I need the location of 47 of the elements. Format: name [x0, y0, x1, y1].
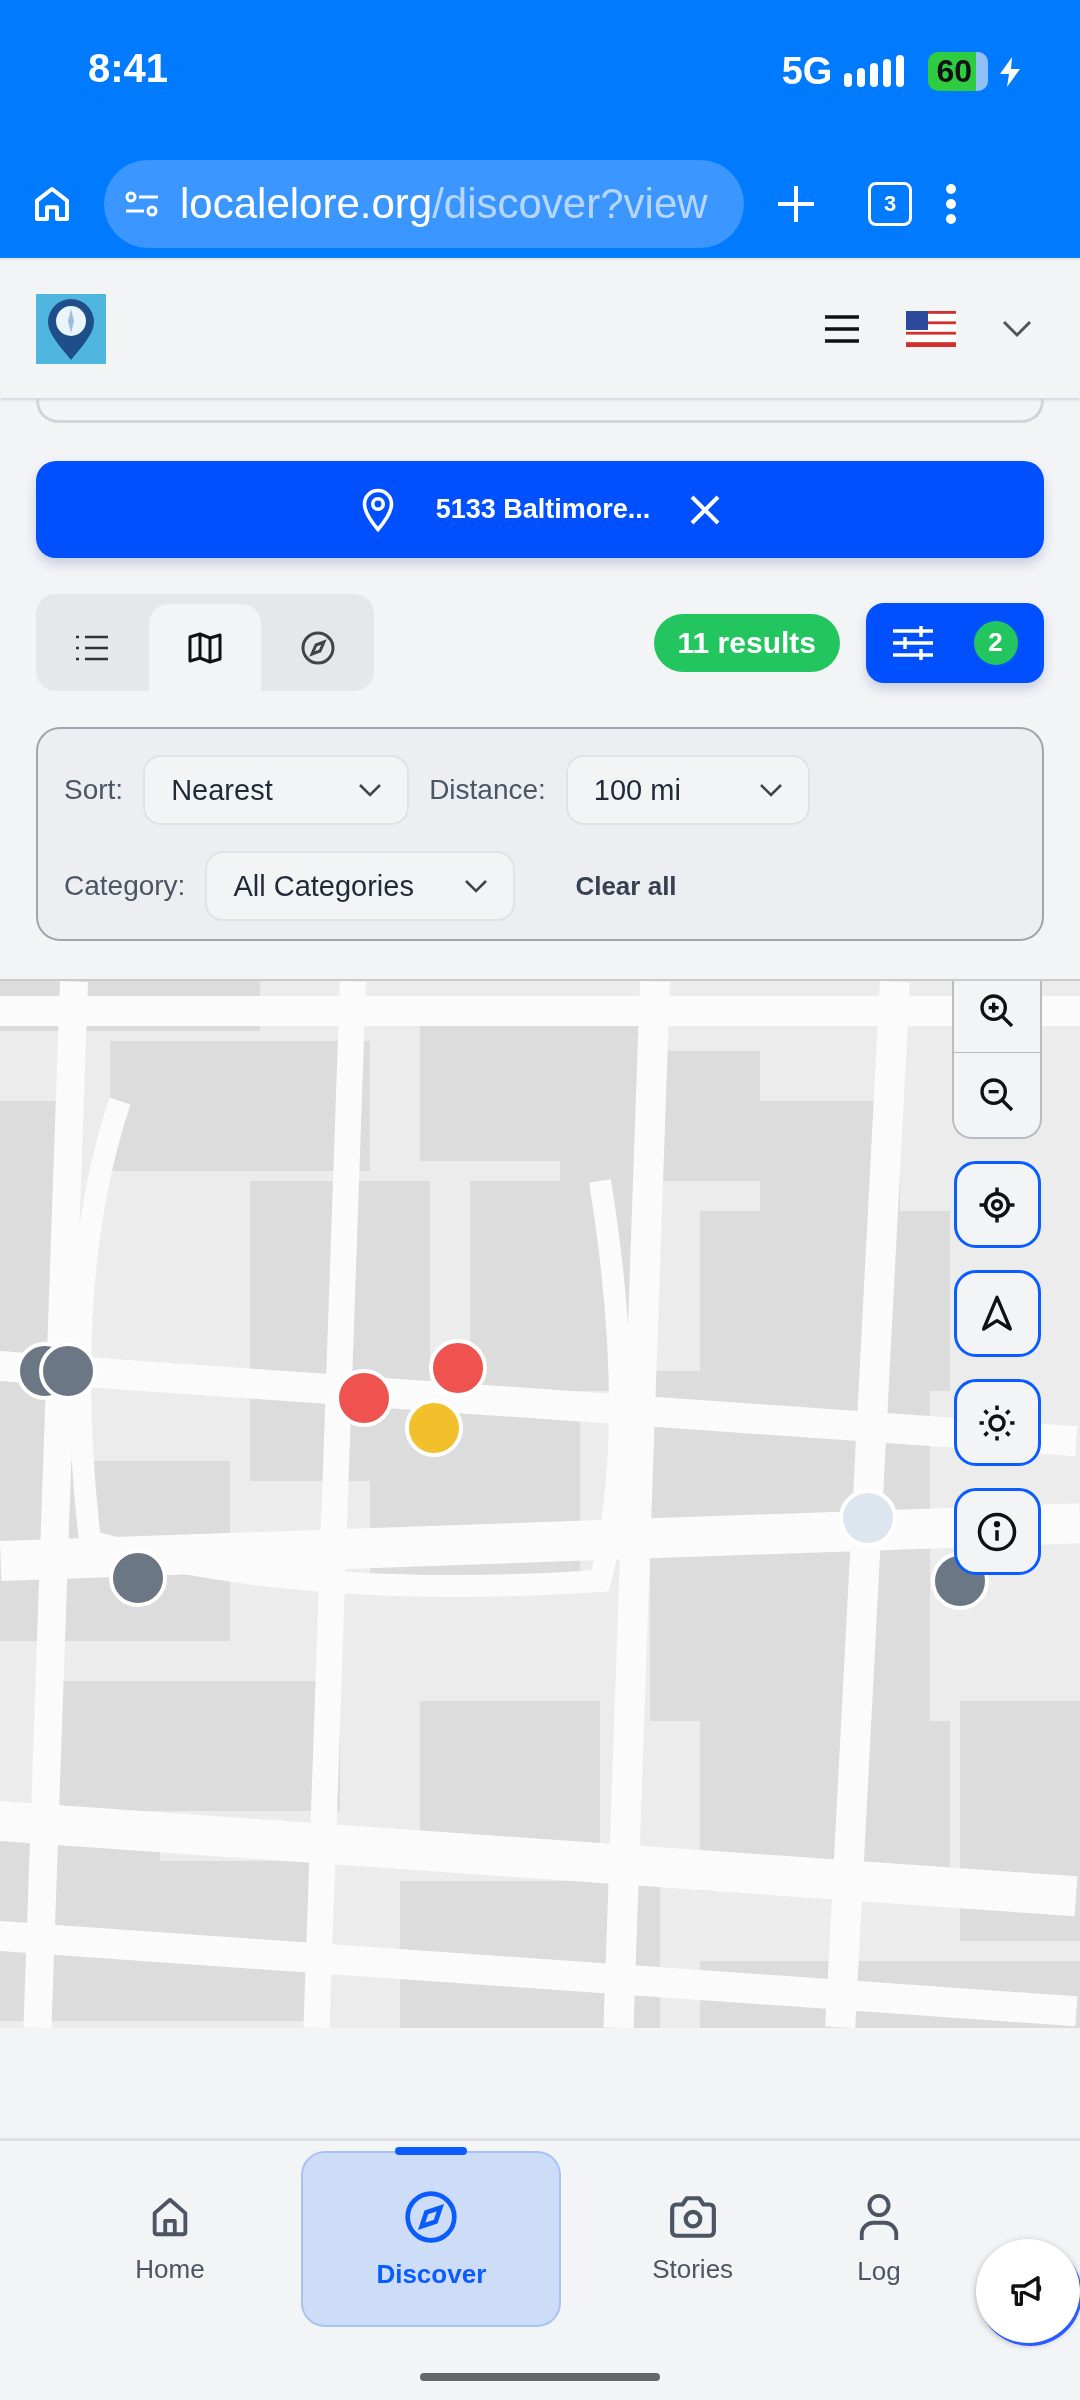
distance-select[interactable]: 100 mi: [565, 755, 810, 825]
url-text: localelore.org/discover?view: [180, 180, 708, 228]
network-type: 5G: [781, 50, 833, 93]
nav-tab[interactable]: Log: [824, 2151, 934, 2327]
zoom-out-button[interactable]: [952, 1053, 1042, 1139]
zoom-in-button[interactable]: [952, 981, 1042, 1053]
site-settings-icon[interactable]: [124, 189, 160, 219]
new-tab-icon[interactable]: [776, 184, 816, 224]
logo-icon[interactable]: [36, 294, 106, 364]
tab-count-button[interactable]: 3: [868, 182, 912, 226]
status-time: 8:41: [88, 46, 169, 91]
camera-icon: [667, 2193, 718, 2240]
chevron-down-icon[interactable]: [1002, 320, 1032, 338]
sliders-icon: [892, 625, 933, 660]
home-icon[interactable]: [32, 184, 72, 224]
location-bar[interactable]: 5133 Baltimore...: [36, 461, 1044, 558]
more-icon[interactable]: [944, 184, 958, 224]
compass-icon: [403, 2188, 460, 2245]
battery-level: 60: [928, 52, 988, 91]
list-icon: [75, 633, 110, 662]
compass-icon: [299, 629, 336, 666]
results-count: 11 results: [653, 613, 840, 672]
sort-label: Sort:: [64, 774, 124, 806]
info-icon: [976, 1510, 1018, 1553]
chevron-down-icon: [465, 879, 488, 893]
clear-all-link[interactable]: Clear all: [569, 869, 683, 903]
sort-select[interactable]: Nearest: [143, 755, 410, 825]
category-select[interactable]: All Categories: [205, 851, 516, 921]
view-tab[interactable]: [148, 604, 262, 691]
nav-tab[interactable]: Stories: [562, 2151, 823, 2327]
feedback-button[interactable]: [976, 2239, 1080, 2343]
chevron-down-icon: [759, 783, 782, 797]
nav-tab[interactable]: Home: [40, 2151, 300, 2327]
info-button[interactable]: [953, 1488, 1041, 1575]
flag-icon[interactable]: [906, 311, 956, 347]
chevron-down-icon: [359, 783, 382, 797]
charging-icon: [1000, 56, 1020, 87]
distance-label: Distance:: [429, 774, 546, 806]
map-icon: [188, 631, 222, 664]
navigate-button[interactable]: [953, 1270, 1041, 1357]
signal-icon: [844, 54, 907, 89]
location-text: 5133 Baltimore...: [435, 494, 651, 525]
category-label: Category:: [64, 870, 186, 902]
close-icon[interactable]: [690, 494, 721, 525]
menu-icon[interactable]: [824, 314, 860, 344]
locate-button[interactable]: [953, 1161, 1041, 1248]
theme-button[interactable]: [953, 1379, 1041, 1466]
